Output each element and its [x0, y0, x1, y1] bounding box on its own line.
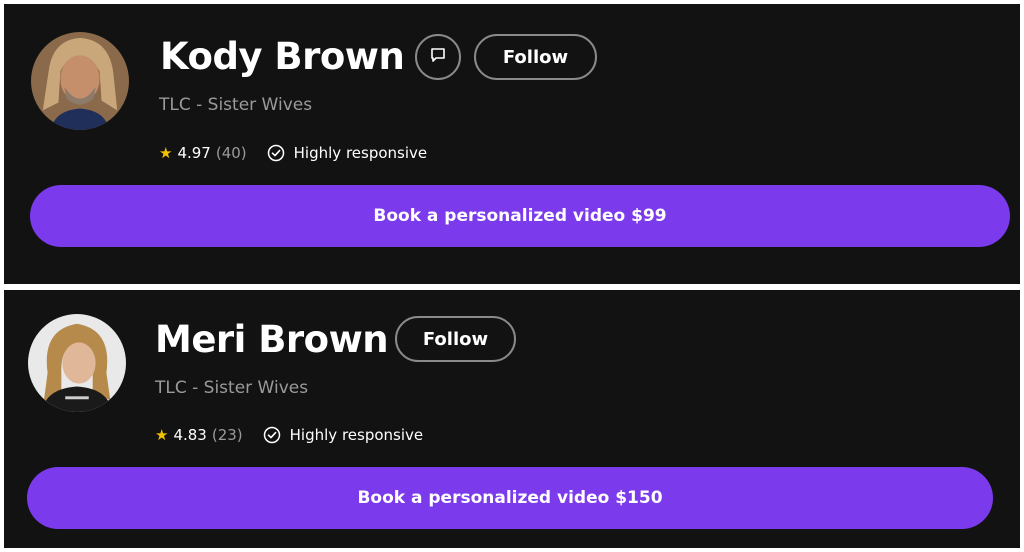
- avatar[interactable]: [31, 32, 129, 130]
- profile-subtitle: TLC - Sister Wives: [155, 378, 309, 398]
- profile-card: Meri Brown Follow TLC - Sister Wives ★ 4…: [4, 290, 1020, 548]
- responsiveness-label: Highly responsive: [293, 144, 428, 162]
- avatar[interactable]: [28, 314, 126, 412]
- check-circle-icon: [263, 426, 281, 444]
- star-icon: ★: [155, 426, 169, 444]
- check-circle-icon: [267, 144, 285, 162]
- follow-button[interactable]: Follow: [395, 316, 516, 362]
- profile-name: Kody Brown: [160, 35, 405, 78]
- profile-name: Meri Brown: [155, 318, 389, 361]
- responsiveness-label: Highly responsive: [289, 426, 424, 444]
- rating-row: ★ 4.83 (23) Highly responsive: [155, 426, 423, 444]
- profile-card: Kody Brown Follow TLC - Sister Wives ★ 4…: [4, 4, 1020, 284]
- rating-value: 4.97: [177, 144, 211, 162]
- message-icon: [429, 46, 447, 68]
- review-count[interactable]: (40): [216, 144, 247, 162]
- message-button[interactable]: [415, 34, 461, 80]
- book-video-button[interactable]: Book a personalized video $150: [27, 467, 993, 529]
- rating-value: 4.83: [173, 426, 207, 444]
- follow-button[interactable]: Follow: [474, 34, 597, 80]
- profile-subtitle: TLC - Sister Wives: [159, 95, 313, 115]
- star-icon: ★: [159, 144, 173, 162]
- review-count[interactable]: (23): [212, 426, 243, 444]
- rating-row: ★ 4.97 (40) Highly responsive: [159, 144, 427, 162]
- book-video-button[interactable]: Book a personalized video $99: [30, 185, 1010, 247]
